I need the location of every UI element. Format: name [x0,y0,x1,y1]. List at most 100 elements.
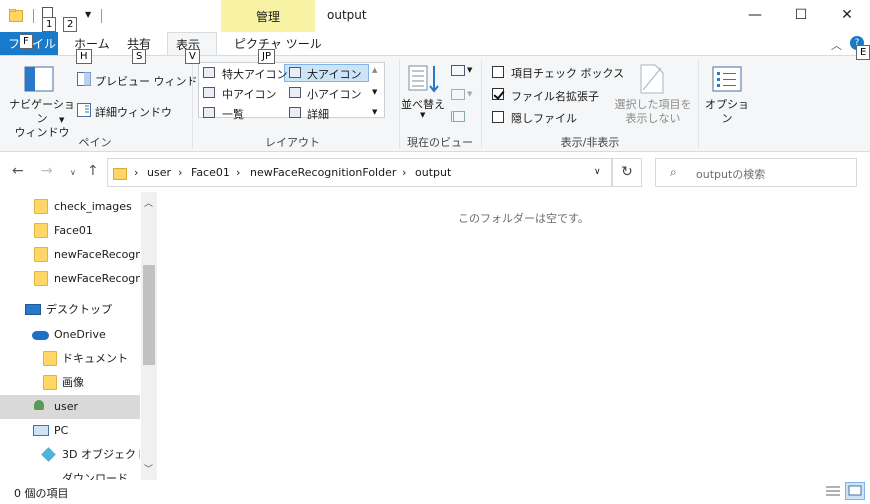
back-icon[interactable]: ← [12,163,24,179]
group-by-icon[interactable] [451,65,465,76]
scroll-up-icon[interactable]: ︿ [144,196,153,209]
separator [33,9,34,23]
gallery-more-icon[interactable]: ▼ [372,108,377,116]
layout-large-icons[interactable]: 大アイコン [307,66,361,82]
breadcrumb-output[interactable]: output [415,166,451,179]
file-name-extensions-checkbox[interactable] [492,88,504,100]
chevron-down-icon[interactable]: ▼ [467,90,472,98]
chevron-down-icon[interactable]: ▼ [420,111,425,119]
address-bar[interactable]: › user › Face01 › newFaceRecognitionFold… [107,158,612,187]
add-columns-icon[interactable] [451,89,465,100]
breadcrumb-separator[interactable]: › [236,166,240,179]
extra-large-icons-icon [203,67,215,78]
file-name-extensions-label[interactable]: ファイル名拡張子 [511,88,599,104]
large-icons-view-icon[interactable] [845,482,865,500]
window-title: output [327,8,367,22]
nav-item-pc[interactable]: PC [0,419,140,443]
hidden-items-label[interactable]: 隠しファイル [511,110,577,126]
keytip-file: F [19,34,33,49]
tab-home[interactable]: ホーム [66,32,118,56]
item-checkboxes-label[interactable]: 項目チェック ボックス [511,65,624,81]
chevron-down-icon[interactable]: ▼ [85,10,91,19]
minimize-button[interactable]: — [732,0,778,30]
item-checkboxes-checkbox[interactable] [492,66,504,78]
nav-item-onedrive[interactable]: OneDrive [0,323,140,347]
keytip-share: S [132,49,147,64]
chevron-down-icon[interactable]: ∨ [594,167,601,177]
folder-icon[interactable] [9,8,23,22]
options-button[interactable]: オプション [701,98,753,126]
size-columns-icon[interactable] [451,111,465,122]
layout-small-icons[interactable]: 小アイコン [307,86,361,102]
nav-item-label: newFaceRecogn [54,272,140,285]
layout-list[interactable]: 一覧 [222,106,244,122]
details-view-icon[interactable] [823,482,843,500]
chevron-up-icon[interactable]: ︿ [831,37,842,53]
nav-item-user[interactable]: user [0,395,140,419]
breadcrumb-newfacerecognitionfolder[interactable]: newFaceRecognitionFolder [250,166,396,179]
recent-locations-icon[interactable]: ∨ [70,168,76,177]
large-icons-icon [289,67,301,78]
nav-item-desktop[interactable]: デスクトップ [0,298,140,322]
nav-item[interactable]: check_images [0,195,140,219]
details-pane-icon [77,103,91,117]
sort-by-button[interactable]: 並べ替え [400,98,446,112]
group-label-current-view: 現在のビュー [407,136,473,149]
breadcrumb-face01[interactable]: Face01 [191,166,230,179]
navigation-pane-icon [24,66,54,92]
nav-item-label: 3D オブジェクト [62,448,140,461]
gallery-down-icon[interactable]: ▼ [372,88,377,96]
layout-details[interactable]: 詳細 [307,106,329,122]
search-box[interactable]: ⌕ outputの検索 [655,158,857,187]
breadcrumb-separator[interactable]: › [134,166,138,179]
gallery-up-icon[interactable]: ▲ [372,66,377,74]
nav-item-label: user [54,400,78,413]
small-icons-icon [289,87,301,98]
chevron-down-icon[interactable]: ▼ [467,66,472,74]
layout-extra-large-icons[interactable]: 特大アイコン [222,66,287,82]
nav-item-pictures[interactable]: 画像 [0,371,140,395]
breadcrumb-separator[interactable]: › [402,166,406,179]
nav-item[interactable]: Face01 [0,219,140,243]
separator [481,60,482,148]
nav-item-documents[interactable]: ドキュメント [0,347,140,371]
preview-pane-icon [77,72,91,86]
folder-icon [43,375,57,390]
nav-scrollbar-thumb[interactable] [143,265,155,365]
nav-item-label: OneDrive [54,328,106,341]
breadcrumb-separator[interactable]: › [178,166,182,179]
forward-icon[interactable]: → [41,163,53,179]
nav-item[interactable]: newFaceRecogn [0,243,140,267]
separator [698,60,699,148]
group-label-panes: ペイン [78,136,112,149]
scroll-down-icon[interactable]: ﹀ [144,462,153,475]
group-label-layout: レイアウト [265,136,320,149]
breadcrumb-user[interactable]: user [147,166,171,179]
group-label-show-hide: 表示/非表示 [560,136,620,149]
nav-item[interactable]: newFaceRecogn [0,267,140,291]
layout-medium-icons[interactable]: 中アイコン [222,86,276,102]
up-icon[interactable]: ↑ [87,163,99,179]
nav-item-label: 画像 [62,376,84,389]
empty-folder-message: このフォルダーは空です。 [458,212,589,225]
refresh-button[interactable]: ↻ [612,158,642,187]
nav-item-label: PC [54,424,69,437]
desktop-icon [25,304,41,315]
close-button[interactable]: ✕ [824,0,870,30]
nav-item-3d-objects[interactable]: 3D オブジェクト [0,443,140,467]
navigation-pane: check_images Face01 newFaceRecogn newFac… [0,192,158,480]
details-icon [289,107,301,118]
tab-picture-tools[interactable]: ピクチャ ツール [226,32,330,56]
download-icon: ↓ [42,474,52,480]
nav-item-label: デスクトップ [46,303,112,316]
separator [101,9,102,23]
search-input[interactable]: outputの検索 [696,166,765,182]
chevron-down-icon[interactable]: ▼ [59,116,64,124]
context-tab-manage[interactable]: 管理 [221,0,315,32]
nav-item-downloads[interactable]: ↓ ダウンロード [0,467,140,480]
maximize-button[interactable]: ☐ [778,0,824,30]
separator [192,60,193,148]
hidden-items-checkbox[interactable] [492,111,504,123]
details-pane-button[interactable]: 詳細ウィンドウ [95,104,172,120]
hide-selected-button[interactable]: 選択した項目を 表示しない [612,98,694,126]
